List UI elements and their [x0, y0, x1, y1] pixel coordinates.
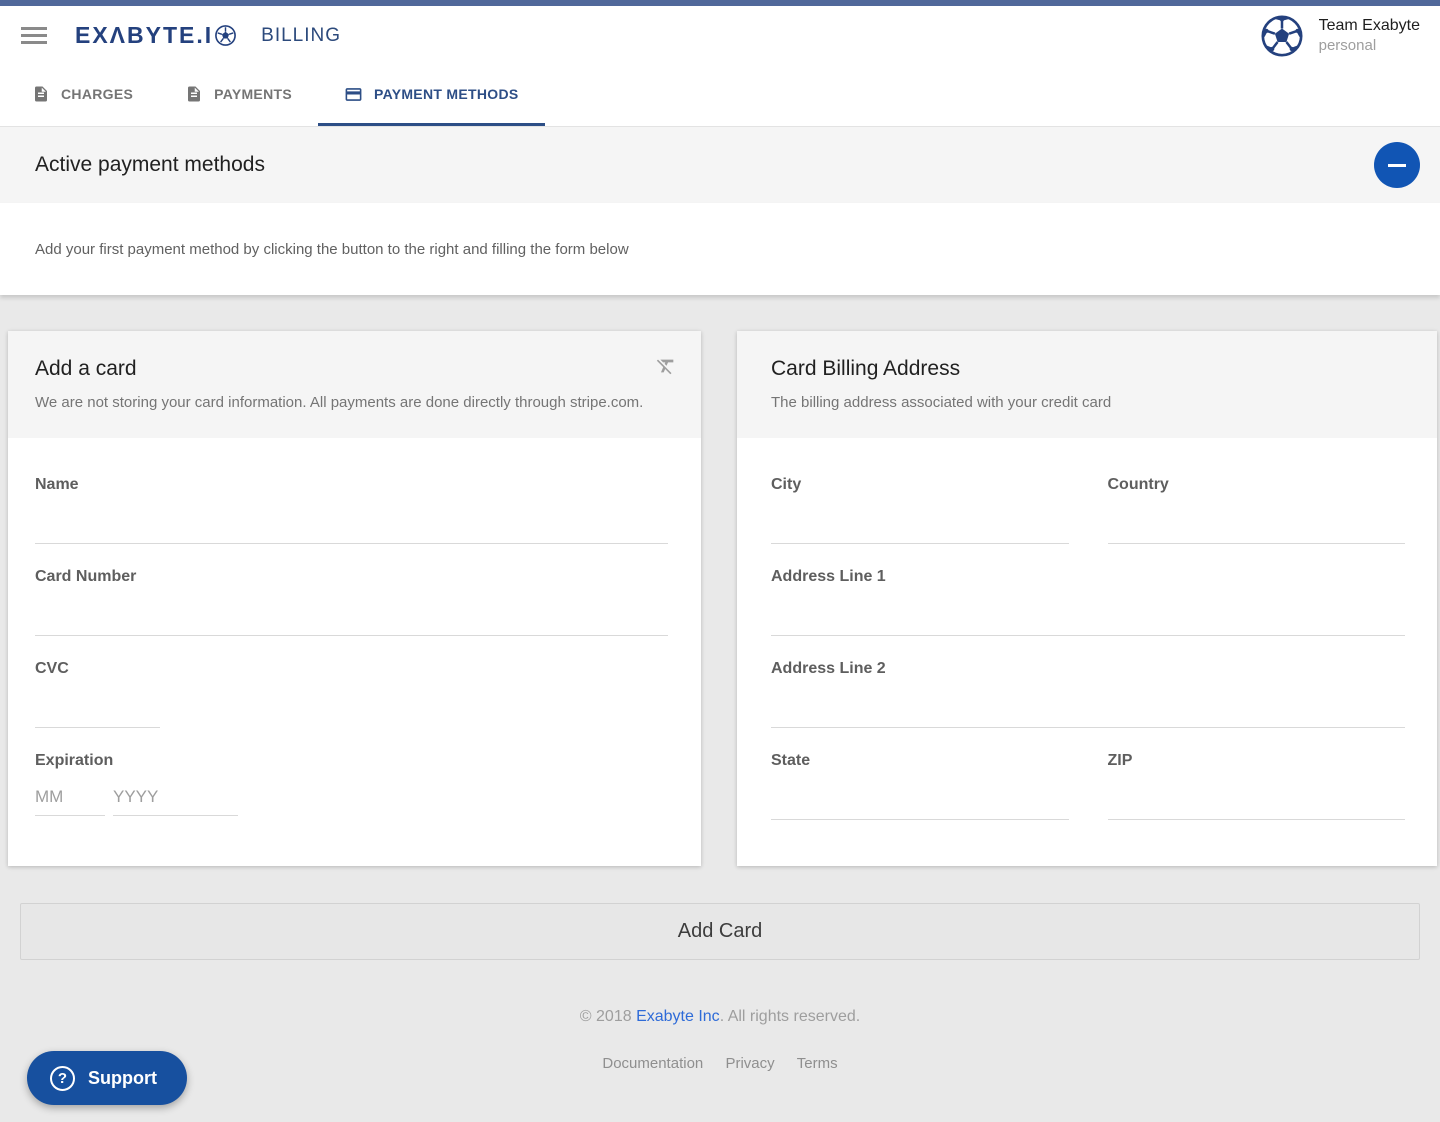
expiration-label: Expiration [35, 752, 668, 770]
card-number-field: Card Number [35, 568, 668, 636]
add-card-title: Add a card [35, 357, 674, 381]
help-icon: ? [50, 1066, 75, 1091]
exabyte-logo[interactable]: EXΛBYTE.I [75, 22, 237, 49]
account-area: Team Exabyte personal [1259, 13, 1420, 59]
support-label: Support [88, 1068, 157, 1089]
billing-address-header: Card Billing Address The billing address… [737, 331, 1437, 438]
name-label: Name [35, 476, 668, 494]
active-methods-hint: Add your first payment method by clickin… [0, 203, 1440, 295]
page-title: BILLING [261, 25, 341, 47]
logo-text: EXΛBYTE.I [75, 22, 213, 49]
add-card-panel: Add a card We are not storing your card … [8, 331, 701, 866]
city-field: City [771, 476, 1069, 544]
card-number-input[interactable] [35, 586, 668, 636]
country-input[interactable] [1108, 494, 1406, 544]
name-input[interactable] [35, 494, 668, 544]
team-info: Team Exabyte personal [1319, 15, 1420, 57]
billing-tabs: CHARGES PAYMENTS PAYMENT METHODS [0, 65, 1440, 127]
billing-address-body: City Country Address Line 1 Address Line… [737, 438, 1437, 866]
documentation-link[interactable]: Documentation [602, 1055, 703, 1072]
country-field: Country [1108, 476, 1406, 544]
team-scope: personal [1319, 36, 1420, 56]
state-zip-row: State ZIP [771, 728, 1405, 820]
state-input[interactable] [771, 770, 1069, 820]
tab-payment-methods[interactable]: PAYMENT METHODS [318, 65, 545, 126]
tab-charges[interactable]: CHARGES [6, 65, 159, 126]
add-card-header: Add a card We are not storing your card … [8, 331, 701, 438]
collapse-section-button[interactable] [1374, 142, 1420, 188]
tab-label: CHARGES [61, 86, 133, 102]
company-link[interactable]: Exabyte Inc [636, 1008, 720, 1025]
address-line2-input[interactable] [771, 678, 1405, 728]
state-field: State [771, 752, 1069, 820]
credit-card-icon [344, 85, 363, 104]
team-name: Team Exabyte [1319, 15, 1420, 37]
add-card-subtitle: We are not storing your card information… [35, 394, 674, 411]
address-line2-field: Address Line 2 [771, 660, 1405, 728]
country-label: Country [1108, 476, 1406, 494]
tab-payments[interactable]: PAYMENTS [159, 65, 318, 126]
terms-link[interactable]: Terms [797, 1055, 838, 1072]
expiration-field: Expiration [35, 752, 668, 816]
expiration-month-input[interactable] [35, 778, 105, 816]
team-avatar[interactable] [1259, 13, 1305, 59]
expiration-year-input[interactable] [113, 778, 238, 816]
city-label: City [771, 476, 1069, 494]
format-clear-icon [655, 355, 677, 380]
expiration-inputs [35, 778, 668, 816]
cvc-field: CVC [35, 660, 668, 728]
address-line1-input[interactable] [771, 586, 1405, 636]
hamburger-menu-icon[interactable] [21, 23, 47, 48]
billing-address-subtitle: The billing address associated with your… [771, 394, 1410, 411]
billing-address-title: Card Billing Address [771, 357, 1410, 381]
document-icon [32, 85, 50, 103]
address-line1-field: Address Line 1 [771, 568, 1405, 636]
cvc-input[interactable] [35, 678, 160, 728]
zip-field: ZIP [1108, 752, 1406, 820]
payment-forms: Add a card We are not storing your card … [0, 295, 1440, 866]
city-input[interactable] [771, 494, 1069, 544]
soccer-ball-icon [214, 24, 237, 47]
hint-text: Add your first payment method by clickin… [35, 241, 629, 258]
billing-address-panel: Card Billing Address The billing address… [737, 331, 1437, 866]
zip-label: ZIP [1108, 752, 1406, 770]
add-card-button[interactable]: Add Card [20, 903, 1420, 960]
active-methods-header: Active payment methods [0, 127, 1440, 203]
name-field: Name [35, 476, 668, 544]
card-number-label: Card Number [35, 568, 668, 586]
copyright-prefix: © 2018 [580, 1008, 632, 1025]
document-icon [185, 85, 203, 103]
section-title: Active payment methods [35, 153, 265, 177]
zip-input[interactable] [1108, 770, 1406, 820]
page-footer: © 2018 Exabyte Inc. All rights reserved.… [0, 1008, 1440, 1072]
clear-form-button[interactable] [655, 355, 677, 380]
tab-label: PAYMENTS [214, 86, 292, 102]
add-card-body: Name Card Number CVC Expiration [8, 438, 701, 866]
city-country-row: City Country [771, 452, 1405, 544]
state-label: State [771, 752, 1069, 770]
address-line2-label: Address Line 2 [771, 660, 1405, 678]
privacy-link[interactable]: Privacy [725, 1055, 774, 1072]
cvc-label: CVC [35, 660, 668, 678]
footer-links: Documentation Privacy Terms [0, 1055, 1440, 1072]
support-button[interactable]: ? Support [27, 1051, 187, 1105]
app-header: EXΛBYTE.I BILLING Team Exabyte [0, 6, 1440, 65]
tab-label: PAYMENT METHODS [374, 86, 519, 102]
address-line1-label: Address Line 1 [771, 568, 1405, 586]
copyright-suffix: . All rights reserved. [720, 1008, 861, 1025]
copyright-line: © 2018 Exabyte Inc. All rights reserved. [0, 1008, 1440, 1026]
minus-icon [1388, 164, 1406, 167]
